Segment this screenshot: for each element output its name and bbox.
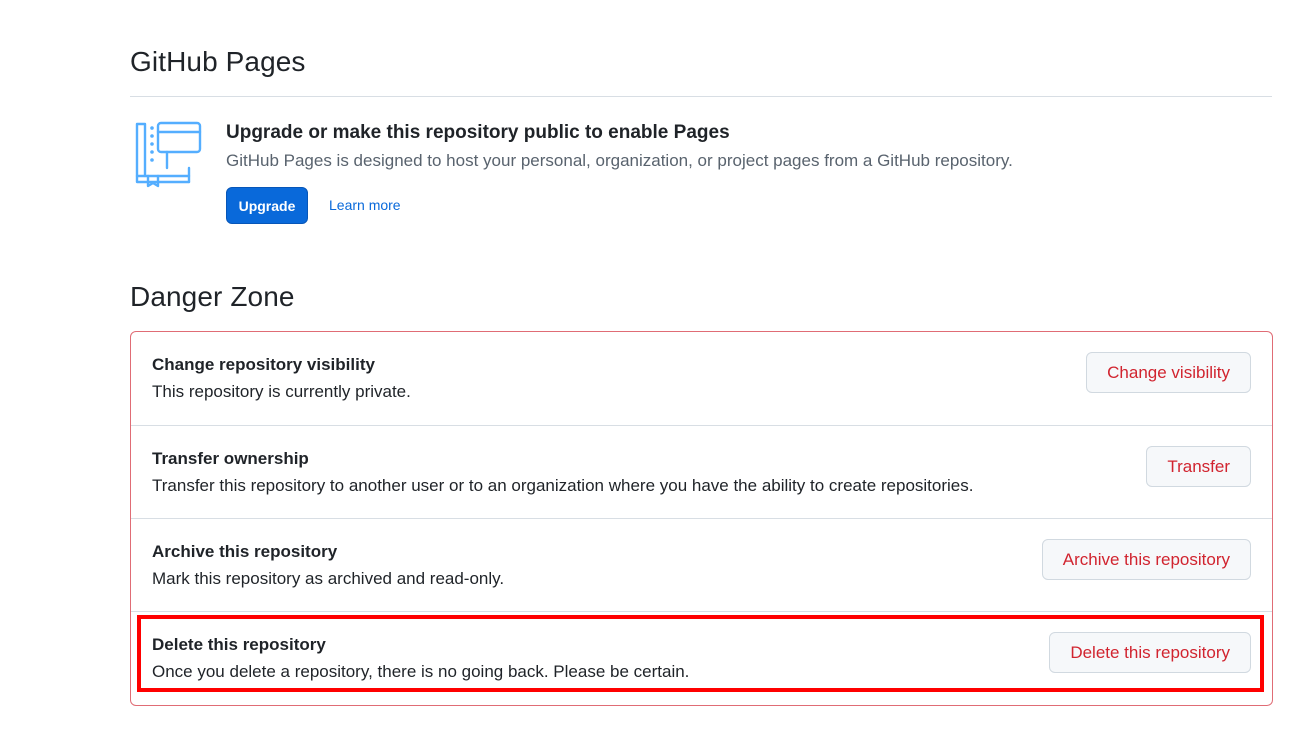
learn-more-link[interactable]: Learn more (329, 197, 401, 213)
delete-repository-button[interactable]: Delete this repository (1049, 632, 1251, 673)
pages-upgrade-heading: Upgrade or make this repository public t… (226, 122, 730, 143)
row-title: Change repository visibility (152, 355, 375, 374)
archive-repository-button[interactable]: Archive this repository (1041, 539, 1251, 580)
row-title: Transfer ownership (152, 449, 309, 468)
pages-description: GitHub Pages is designed to host your pe… (226, 151, 1013, 170)
row-description: Transfer this repository to another user… (152, 476, 974, 495)
danger-row-transfer: Transfer ownership Transfer this reposit… (131, 425, 1272, 518)
row-title: Delete this repository (152, 635, 326, 654)
danger-row-archive: Archive this repository Mark this reposi… (131, 518, 1272, 611)
transfer-button[interactable]: Transfer (1146, 446, 1251, 487)
upgrade-button[interactable]: Upgrade (226, 187, 308, 224)
danger-row-change-visibility: Change repository visibility This reposi… (131, 332, 1272, 425)
danger-row-delete: Delete this repository Once you delete a… (131, 611, 1272, 704)
danger-zone-box: Change repository visibility This reposi… (130, 331, 1273, 706)
change-visibility-button[interactable]: Change visibility (1086, 352, 1251, 393)
github-pages-title: GitHub Pages (130, 46, 306, 77)
row-description: Once you delete a repository, there is n… (152, 662, 690, 681)
pages-book-icon (135, 121, 202, 188)
danger-zone-title: Danger Zone (130, 281, 295, 312)
settings-page: GitHub Pages Upgrade or make this reposi… (0, 0, 1311, 737)
row-title: Archive this repository (152, 542, 338, 561)
row-description: Mark this repository as archived and rea… (152, 569, 505, 588)
row-description: This repository is currently private. (152, 382, 411, 401)
section-divider (130, 96, 1272, 97)
